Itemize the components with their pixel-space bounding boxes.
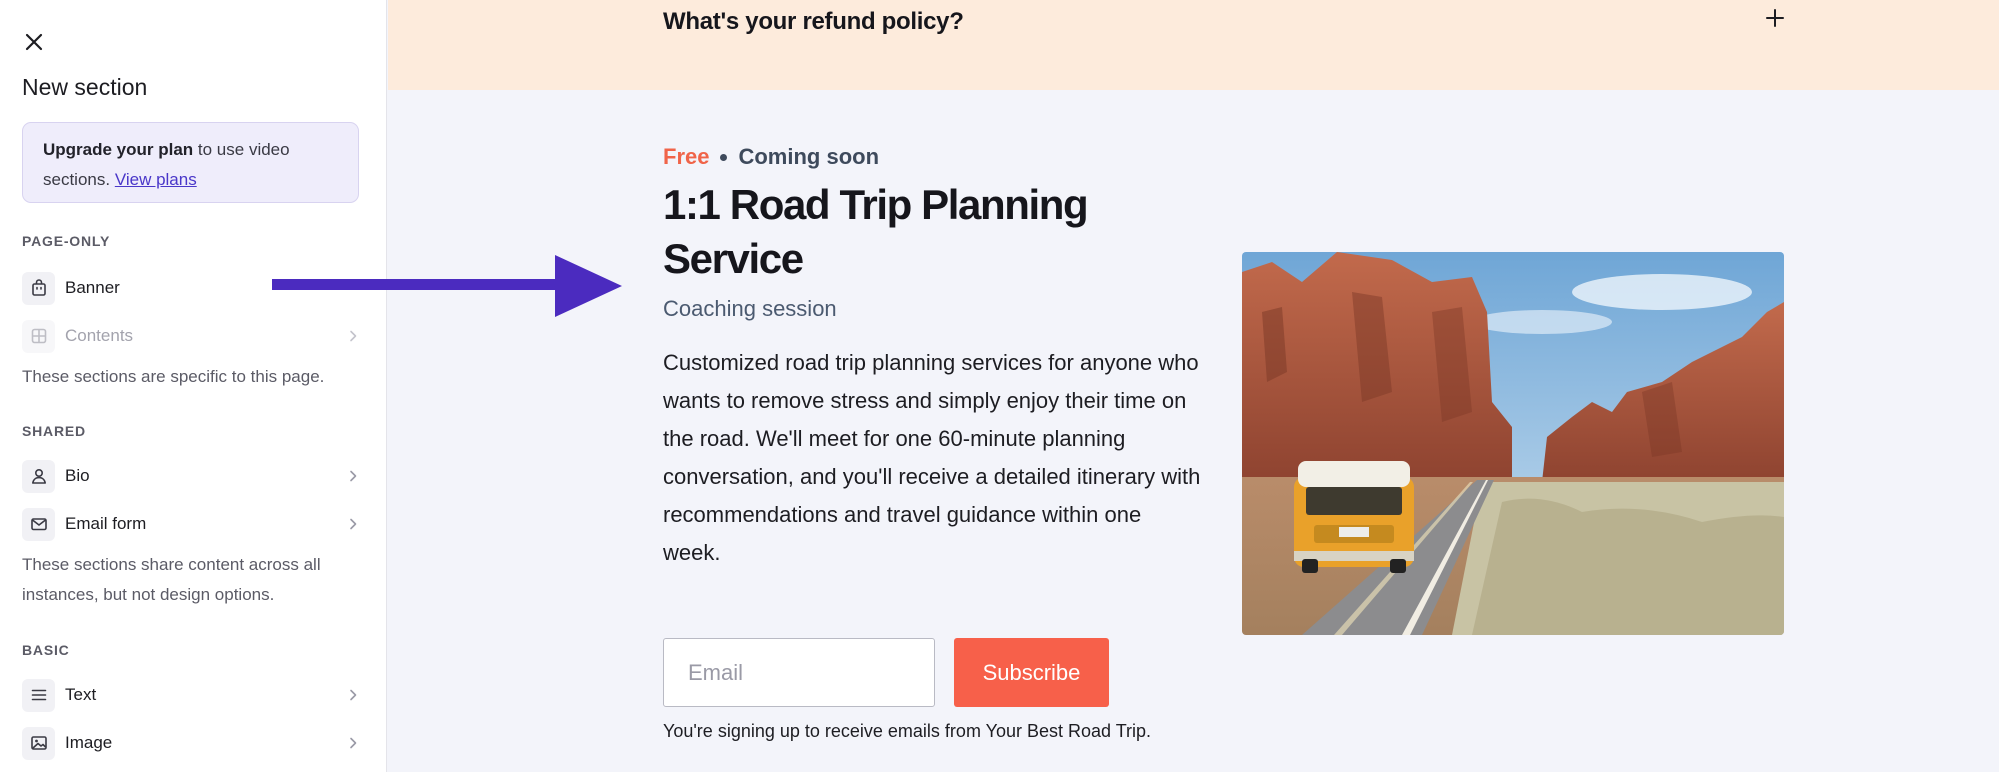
close-icon[interactable] xyxy=(20,28,48,56)
basic-heading: BASIC xyxy=(22,642,70,658)
sidebar-item-label: Contents xyxy=(65,326,134,345)
bag-icon xyxy=(22,271,55,305)
annotation-arrow-icon xyxy=(272,255,622,317)
upgrade-plan-text: Upgrade your plan xyxy=(43,140,194,159)
chevron-right-icon xyxy=(347,329,359,343)
product-title: 1:1 Road Trip Planning Service xyxy=(663,181,1089,282)
sidebar-item-label: Image xyxy=(65,733,113,752)
envelope-icon xyxy=(22,507,55,541)
chevron-right-icon xyxy=(347,469,359,483)
sidebar-item-contents: Contents xyxy=(22,316,359,356)
sidebar-item-text[interactable]: Text xyxy=(22,675,359,715)
sidebar-item-bio[interactable]: Bio xyxy=(22,456,359,496)
chevron-right-icon xyxy=(347,517,359,531)
text-lines-icon xyxy=(22,678,55,712)
grid-icon xyxy=(22,319,55,353)
signup-disclaimer: You're signing up to receive emails from… xyxy=(663,721,1152,741)
person-icon xyxy=(22,459,55,493)
product-subtitle: Coaching session xyxy=(663,296,837,321)
sidebar-item-label: Email form xyxy=(65,514,147,533)
panel-title: New section xyxy=(22,74,148,100)
email-input[interactable] xyxy=(663,638,935,707)
view-plans-link[interactable]: View plans xyxy=(115,170,197,189)
chevron-right-icon xyxy=(347,688,359,702)
image-icon xyxy=(22,726,55,760)
sidebar-item-label: Bio xyxy=(65,466,90,485)
subscribe-button[interactable]: Subscribe xyxy=(954,638,1109,707)
sidebar-item-email-form[interactable]: Email form xyxy=(22,504,359,544)
shared-description: These sections share content across all … xyxy=(22,555,321,604)
chevron-right-icon xyxy=(347,736,359,750)
upgrade-notice: Upgrade your plan to use video sections.… xyxy=(22,122,359,203)
new-section-panel: New section Upgrade your plan to use vid… xyxy=(0,0,387,772)
faq-section: What's your refund policy? xyxy=(388,0,1999,90)
sidebar-item-label: Text xyxy=(65,685,97,704)
shared-heading: SHARED xyxy=(22,423,86,439)
product-meta: Free Coming soon xyxy=(663,144,879,170)
product-image xyxy=(1242,252,1784,635)
price-label: Free xyxy=(663,144,710,169)
plus-icon[interactable] xyxy=(1761,4,1789,32)
page-only-heading: PAGE-ONLY xyxy=(22,233,111,249)
status-label: Coming soon xyxy=(738,144,880,169)
sidebar-item-image[interactable]: Image xyxy=(22,723,359,763)
page-only-description: These sections are specific to this page… xyxy=(22,367,325,386)
product-description: Customized road trip planning services f… xyxy=(663,350,1201,565)
faq-question[interactable]: What's your refund policy? xyxy=(663,8,964,36)
separator-dot xyxy=(720,153,728,161)
